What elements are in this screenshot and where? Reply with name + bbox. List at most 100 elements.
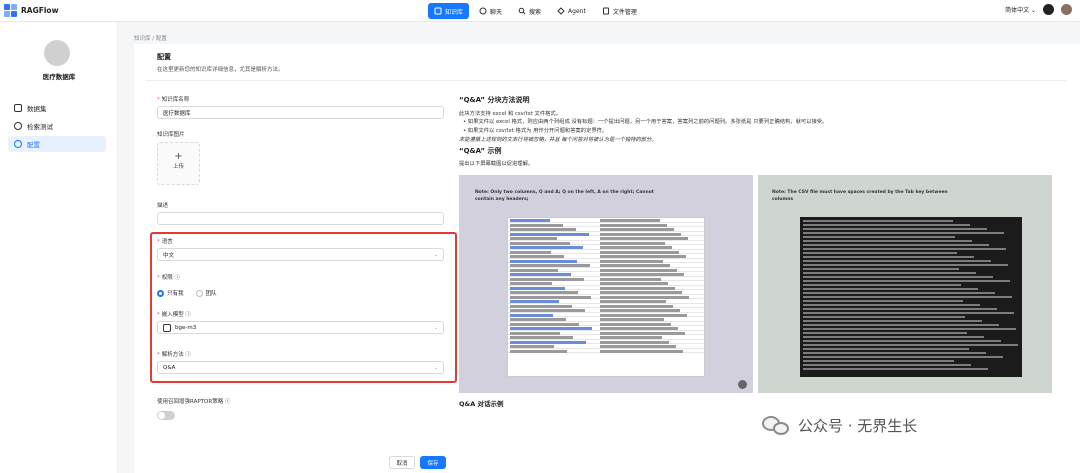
terminal-line [803,268,959,270]
nav-agent[interactable]: Agent [551,3,592,19]
kb-name-label: * 知识库名称 [157,97,190,103]
terminal-line [803,332,967,334]
github-icon[interactable] [1043,4,1054,15]
app-logo[interactable]: RAGFlow [4,4,59,17]
qa-dialog-example-title: Q&A 对话示例 [459,400,504,408]
nav-search[interactable]: 搜索 [512,3,547,19]
sidebar-item-retrieval-test[interactable]: 检索测试 [8,118,106,134]
save-button[interactable]: 保存 [420,456,446,469]
sheet-row [508,286,704,290]
model-icon [163,323,171,332]
qa-bullet-csv: • 如果文件以 csv/txt 格式为 用作分开问题和答案的定界符。 [463,128,608,134]
permission-label: * 权限 ⓘ [157,275,180,281]
terminal-line [803,296,1012,298]
cancel-button[interactable]: 取消 [389,456,415,469]
terminal-line [803,360,954,362]
terminal-line [803,264,1008,266]
terminal-line [803,276,993,278]
language-value: 中文 [163,252,175,259]
sheet-row [508,349,704,353]
terminal-line [803,236,955,238]
terminal-line [803,240,972,242]
nav-chat[interactable]: 聊天 [473,3,508,19]
terminal-line [803,252,957,254]
sidebar-item-label: 配置 [27,141,40,149]
terminal-line [803,288,978,290]
description-input[interactable] [157,212,444,225]
qa-method-title: “Q&A” 分块方法说明 [459,96,530,104]
top-right-tools: 简体中文 ⌄ [1005,4,1072,15]
parse-method-select[interactable]: Q&A ⌄ [157,361,444,374]
kb-name-input[interactable]: 医疗数据库 [157,106,444,119]
terminal-line [803,224,970,226]
sheet-row [508,344,704,349]
terminal-line [803,292,995,294]
terminal-line [803,340,1001,342]
description-label: 描述 [157,203,169,209]
sidebar-item-dataset[interactable]: 数据集 [8,100,106,116]
terminal-line [803,260,991,262]
terminal-line [803,356,1003,358]
sidebar: 医疗数据库 数据集 检索测试 配置 [0,22,118,473]
radio-checked-icon [157,289,164,297]
permission-radio-group: 只有我 团队 [157,289,217,297]
nav-file-manager[interactable]: 文件管理 [596,3,643,19]
plus-icon: + [174,151,183,162]
permission-only-me[interactable]: 只有我 [157,289,184,297]
language-select[interactable]: 中文 ⌄ [157,248,444,261]
terminal-line [803,344,1018,346]
parse-method-value: Q&A [163,364,176,371]
sheet-row [508,331,704,335]
terminal-line [803,324,999,326]
language-label: * 语言 [157,239,173,245]
wechat-icon [762,414,792,436]
embedding-model-value: bge-m3 [175,324,197,331]
csv-note: Note: The CSV file must have spaces crea… [772,190,948,202]
gear-icon [14,140,22,148]
breadcrumb: 知识库 / 配置 [134,36,167,42]
raptor-toggle[interactable] [157,411,175,420]
raptor-label: 使用召回增强RAPTOR策略 ⓘ [157,399,231,405]
page-title: 配置 [157,53,171,61]
nav-label: 文件管理 [612,8,637,16]
chevron-down-icon: ⌄ [433,325,438,331]
sidebar-item-label: 检索测试 [27,123,53,131]
nav-label: Agent [568,7,586,15]
qa-example-desc: 提出以下屏幕截图以促进理解。 [459,161,534,167]
sheet-row [508,236,704,241]
qa-bullet-excel: • 如果文件以 excel 格式，则应由两个列组成 没有标题：一个提出问题，另一… [463,119,828,125]
chevron-down-icon: ⌄ [433,252,438,258]
divider [146,80,1066,81]
terminal-line [803,228,987,230]
nav-knowledge-base[interactable]: 知识库 [428,3,470,19]
spreadsheet-preview [507,217,705,377]
terminal-line [803,336,984,338]
embedding-model-select[interactable]: bge-m3 ⌄ [157,321,444,334]
terminal-line [803,232,1004,234]
sheet-row [508,232,704,236]
user-avatar[interactable] [1061,4,1072,15]
sidebar-item-config[interactable]: 配置 [8,136,106,152]
image-upload-button[interactable]: + 上传 [157,142,200,185]
page-description: 在这里更新您的知识库详细信息，尤其是解析方法。 [157,67,284,73]
library-icon [434,7,442,15]
qa-format-text: 此块方法支持 excel 和 csv/txt 文件格式。 [459,111,562,117]
chat-icon [479,7,487,15]
search-icon [518,7,526,15]
sheet-row [508,250,704,254]
terminal-line [803,312,1014,314]
terminal-line [803,220,953,222]
radio-unchecked-icon [195,289,203,297]
terminal-line [803,304,980,306]
csv-terminal-preview [800,217,1022,377]
csv-example-image: Note: The CSV file must have spaces crea… [758,175,1052,393]
terminal-line [803,272,976,274]
language-switch[interactable]: 简体中文 ⌄ [1005,5,1036,14]
parse-method-label: * 解析方法 ⓘ [157,352,191,358]
permission-team[interactable]: 团队 [195,289,217,297]
kb-avatar [44,40,70,66]
dataset-icon [14,104,22,112]
terminal-line [803,316,965,318]
terminal-line [803,328,1016,330]
terminal-line [803,364,971,366]
